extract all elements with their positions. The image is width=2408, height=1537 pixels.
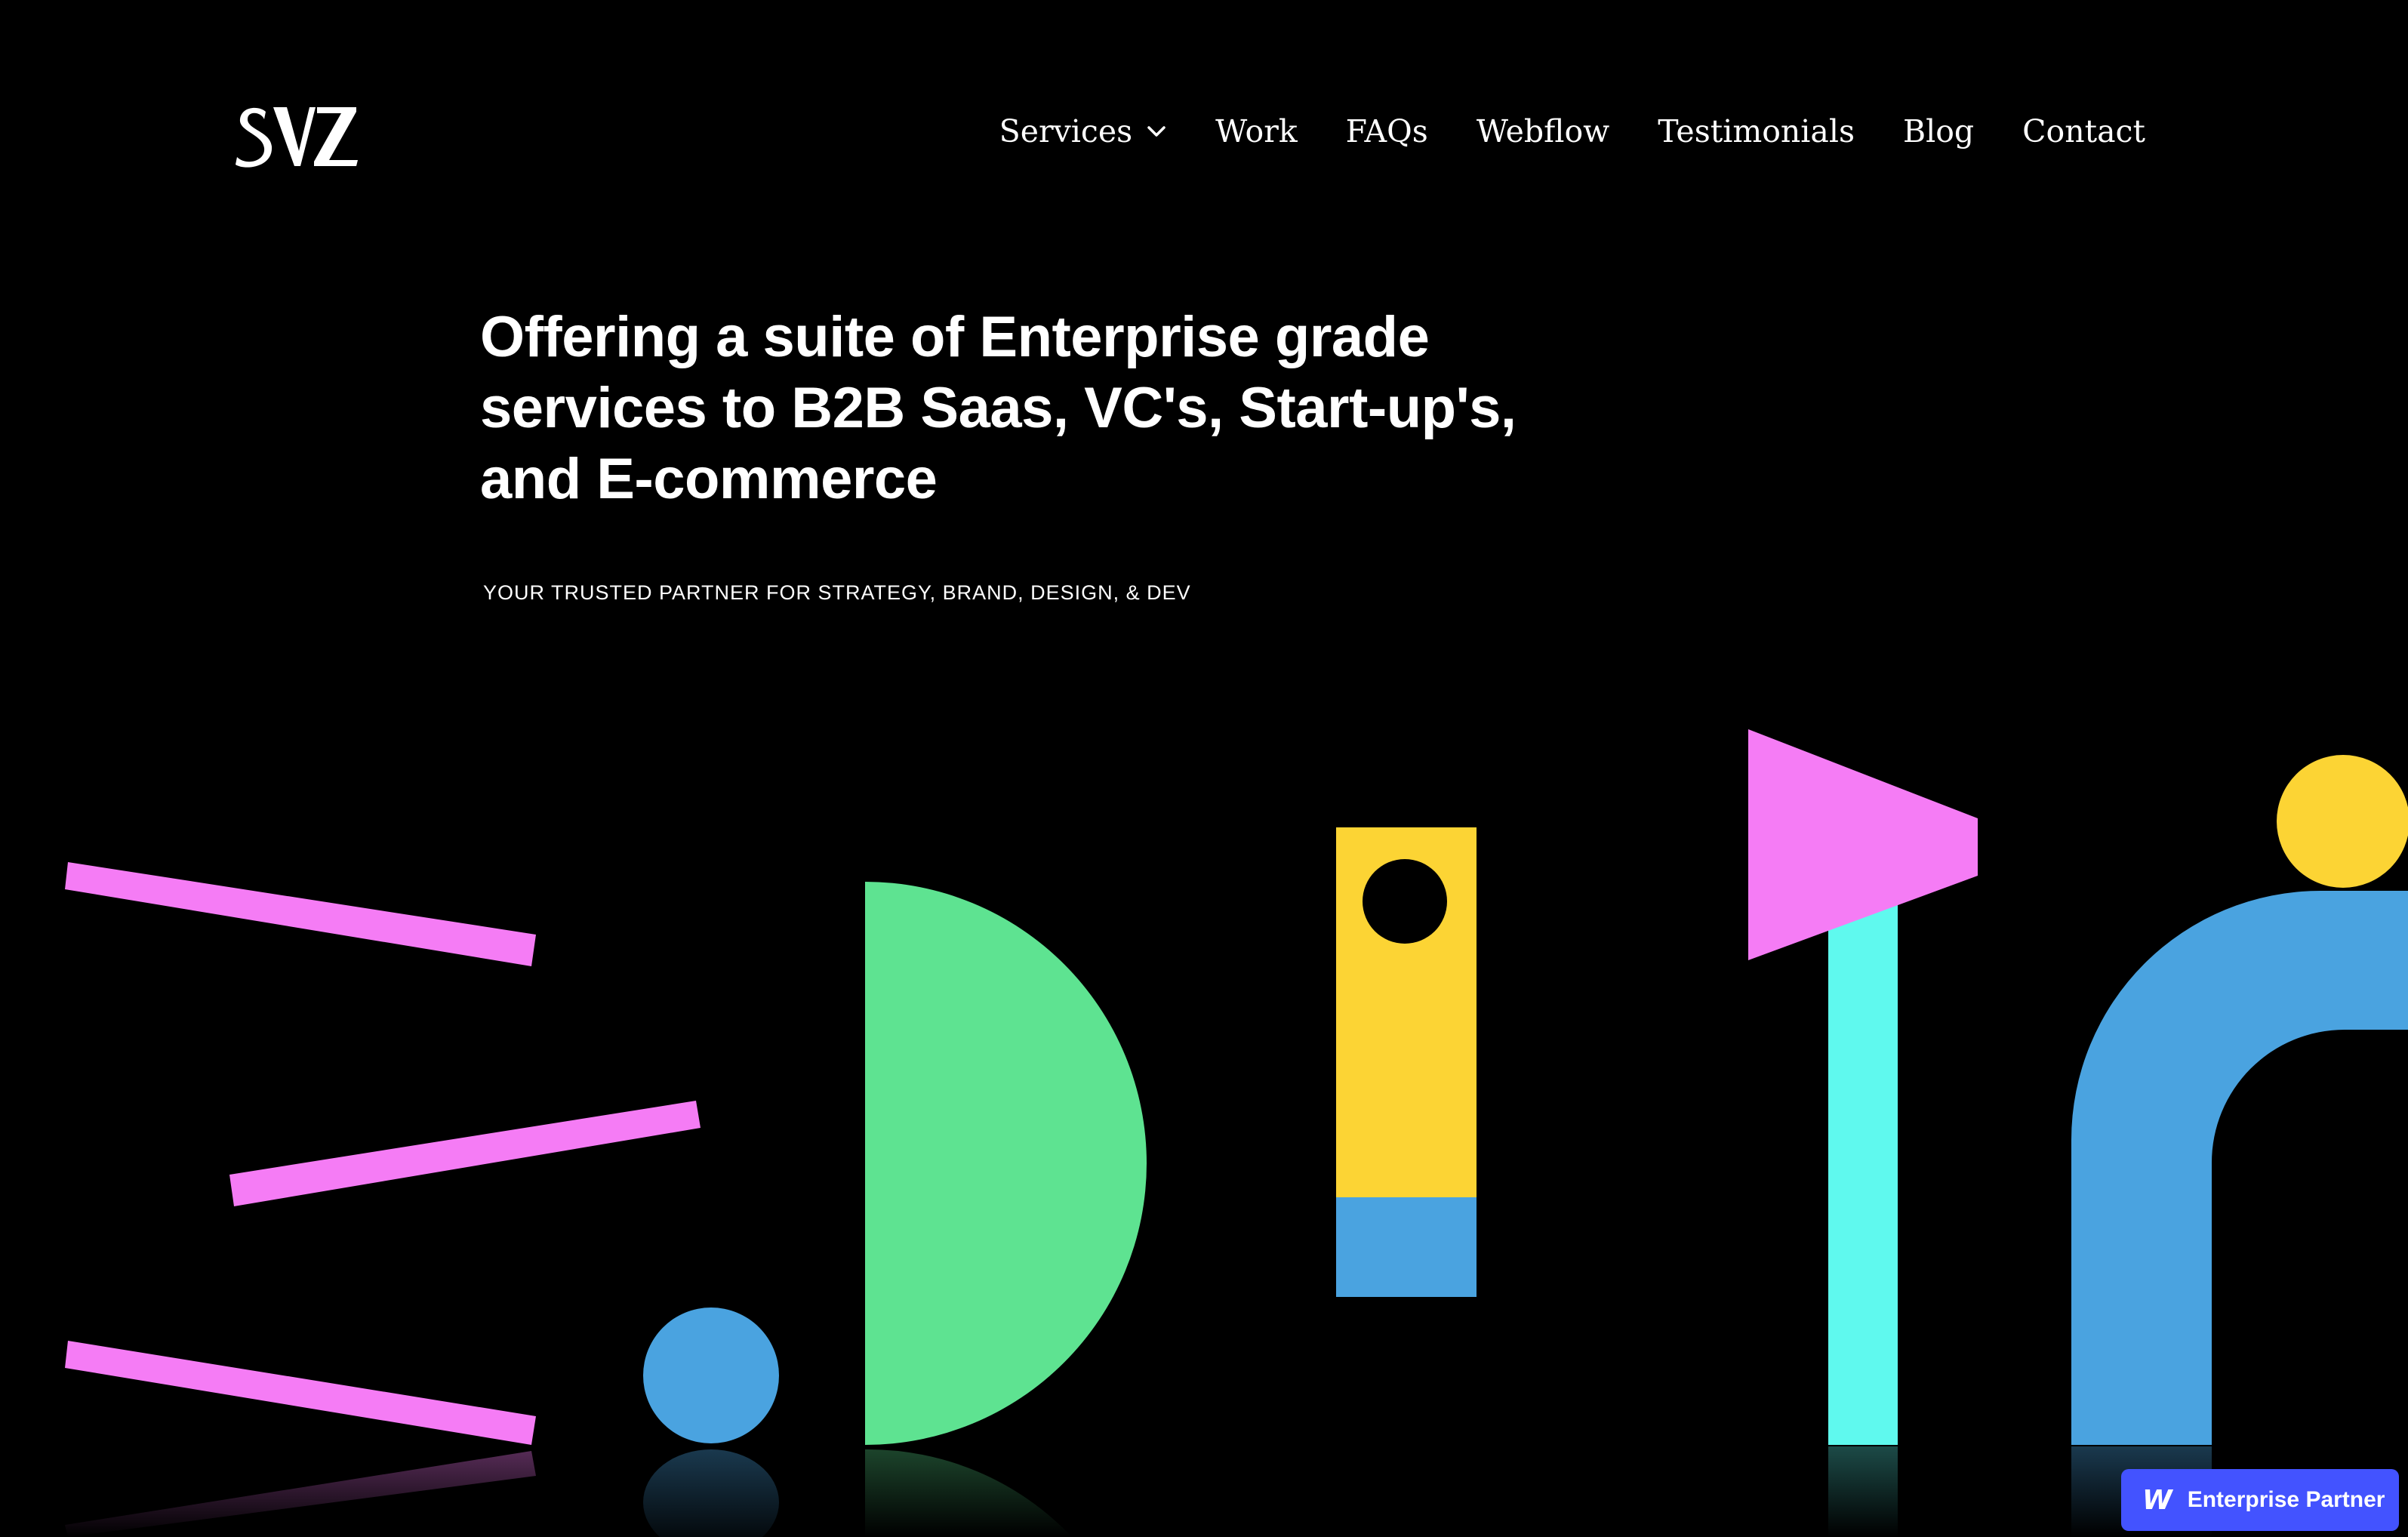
cyan-pole bbox=[1828, 888, 1898, 1445]
pink-bar-top bbox=[65, 862, 536, 966]
webflow-w-icon: W bbox=[2142, 1484, 2172, 1516]
green-half-disc-reflection bbox=[865, 1449, 1072, 1537]
green-half-disc bbox=[865, 882, 1147, 1445]
yellow-ball bbox=[2277, 755, 2408, 888]
blue-circle-reflection bbox=[643, 1449, 779, 1537]
blue-rect-base bbox=[1336, 1197, 1477, 1297]
pink-bar-middle bbox=[229, 1101, 701, 1206]
hero-illustration bbox=[65, 729, 2408, 1537]
cyan-pole-reflection bbox=[1828, 1446, 1898, 1537]
enterprise-partner-badge[interactable]: W Enterprise Partner bbox=[2121, 1469, 2399, 1531]
blue-arch bbox=[2071, 891, 2408, 1445]
enterprise-partner-label: Enterprise Partner bbox=[2187, 1487, 2385, 1512]
blue-circle bbox=[643, 1308, 779, 1443]
black-hole bbox=[1363, 859, 1447, 944]
pink-bar-bottom bbox=[65, 1341, 536, 1445]
pink-bar-reflection bbox=[65, 1451, 536, 1537]
